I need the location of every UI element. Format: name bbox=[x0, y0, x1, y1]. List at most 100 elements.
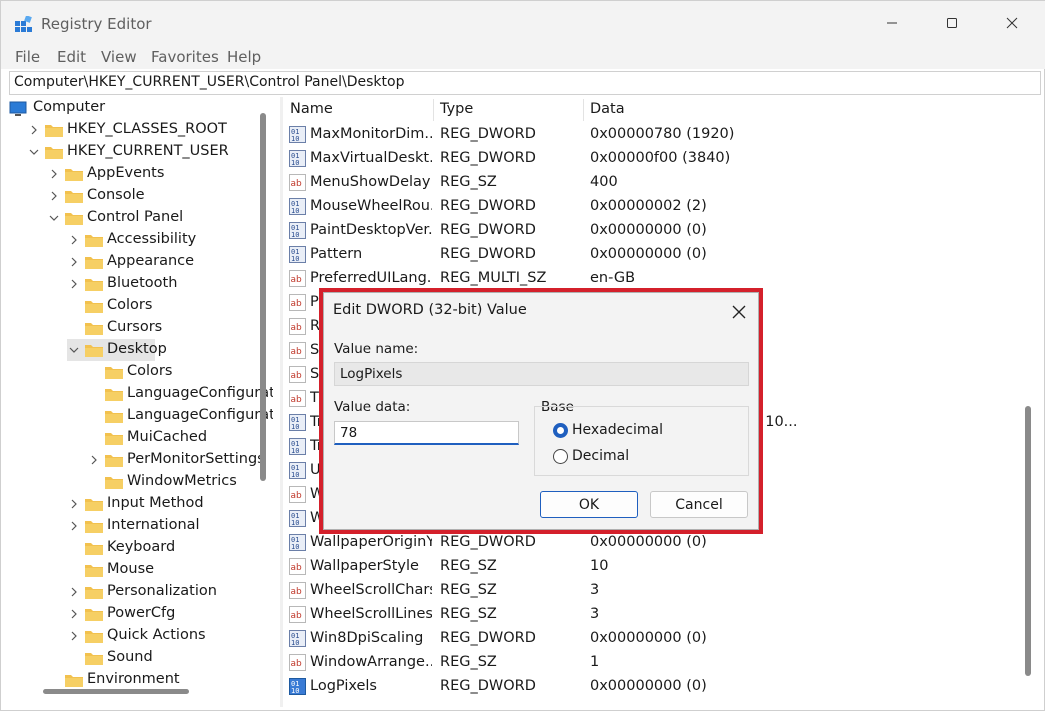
value-row[interactable]: 01 10 Pattern REG_DWORD 0x00000000 (0) bbox=[283, 243, 1033, 267]
close-window-button[interactable] bbox=[989, 1, 1035, 45]
value-row[interactable]: 01 10 MaxVirtualDeskt... REG_DWORD 0x00000f0… bbox=[283, 147, 1033, 171]
hexadecimal-label[interactable]: Hexadecimal bbox=[572, 422, 663, 438]
tree-item[interactable]: Sound bbox=[55, 647, 269, 669]
folder-icon bbox=[65, 211, 83, 225]
tree-vertical-scrollbar[interactable] bbox=[260, 113, 266, 481]
column-divider[interactable] bbox=[433, 99, 434, 121]
tree-item[interactable]: Environment bbox=[35, 669, 269, 691]
tree-item[interactable]: International bbox=[55, 515, 269, 537]
folder-icon bbox=[85, 607, 103, 621]
minimize-button[interactable] bbox=[869, 1, 915, 45]
dialog-close-button[interactable] bbox=[728, 301, 750, 323]
tree-item[interactable]: MuiCached bbox=[75, 427, 269, 449]
tree-item[interactable]: HKEY_CURRENT_USER bbox=[15, 141, 269, 163]
tree-item[interactable]: WindowMetrics bbox=[75, 471, 269, 493]
value-row[interactable]: ab WheelScrollLines REG_SZ 3 bbox=[283, 603, 1033, 627]
chevron-right-icon[interactable] bbox=[69, 257, 79, 267]
chevron-right-icon[interactable] bbox=[49, 191, 59, 201]
column-header-type[interactable]: Type bbox=[440, 101, 473, 117]
tree-item[interactable]: Accessibility bbox=[55, 229, 269, 251]
value-data-input[interactable]: 78 bbox=[334, 421, 519, 445]
tree-horizontal-scrollbar[interactable] bbox=[43, 689, 189, 694]
menu-help[interactable]: Help bbox=[227, 48, 261, 66]
column-header-data[interactable]: Data bbox=[590, 101, 625, 117]
value-row[interactable]: ab MenuShowDelay REG_SZ 400 bbox=[283, 171, 1033, 195]
tree-item[interactable]: Bluetooth bbox=[55, 273, 269, 295]
chevron-right-icon[interactable] bbox=[69, 235, 79, 245]
tree-item[interactable]: Personalization bbox=[55, 581, 269, 603]
tree-item[interactable]: Colors bbox=[75, 361, 269, 383]
folder-icon bbox=[85, 497, 103, 511]
chevron-down-icon[interactable] bbox=[29, 147, 39, 157]
svg-text:ab: ab bbox=[291, 179, 303, 189]
value-row[interactable]: 01 10 MaxMonitorDim... REG_DWORD 0x00000780 … bbox=[283, 123, 1033, 147]
chevron-down-icon[interactable] bbox=[49, 213, 59, 223]
chevron-right-icon[interactable] bbox=[69, 521, 79, 531]
column-header-name[interactable]: Name bbox=[290, 101, 333, 117]
tree-item[interactable]: Quick Actions bbox=[55, 625, 269, 647]
binary-value-icon: 01 10 bbox=[289, 462, 306, 479]
chevron-right-icon[interactable] bbox=[69, 587, 79, 597]
value-row[interactable]: 01 10 MouseWheelRou... REG_DWORD 0x00000002 … bbox=[283, 195, 1033, 219]
tree-item[interactable]: LanguageConfigurati bbox=[75, 405, 273, 427]
tree-item[interactable]: HKEY_CLASSES_ROOT bbox=[15, 119, 269, 141]
svg-text:ab: ab bbox=[291, 611, 303, 621]
value-row[interactable]: ab WindowArrange... REG_SZ 1 bbox=[283, 651, 1033, 675]
svg-text:10: 10 bbox=[291, 207, 299, 215]
window-title: Registry Editor bbox=[41, 15, 152, 33]
menu-file[interactable]: File bbox=[15, 48, 40, 66]
decimal-label[interactable]: Decimal bbox=[572, 448, 629, 464]
value-name-field: LogPixels bbox=[334, 362, 749, 386]
chevron-right-icon[interactable] bbox=[49, 169, 59, 179]
svg-text:ab: ab bbox=[291, 347, 303, 357]
chevron-right-icon[interactable] bbox=[69, 499, 79, 509]
string-value-icon: ab bbox=[289, 654, 306, 671]
svg-text:10: 10 bbox=[291, 471, 299, 479]
chevron-right-icon[interactable] bbox=[29, 125, 39, 135]
value-row[interactable]: 01 10 WallpaperOriginY REG_DWORD 0x00000000 … bbox=[283, 531, 1033, 555]
tree-item[interactable]: PowerCfg bbox=[55, 603, 269, 625]
decimal-radio[interactable] bbox=[553, 449, 568, 464]
string-value-icon: ab bbox=[289, 486, 306, 503]
tree-item[interactable]: PerMonitorSettings bbox=[75, 449, 269, 471]
menu-edit[interactable]: Edit bbox=[57, 48, 86, 66]
hexadecimal-radio[interactable] bbox=[553, 423, 568, 438]
tree-item[interactable]: Colors bbox=[55, 295, 269, 317]
tree-item[interactable]: Input Method bbox=[55, 493, 269, 515]
tree-item[interactable]: Computer bbox=[7, 97, 117, 119]
folder-icon bbox=[105, 475, 123, 489]
tree-item[interactable]: Mouse bbox=[55, 559, 269, 581]
value-row[interactable]: 01 10 PaintDesktopVer... REG_DWORD 0x0000000… bbox=[283, 219, 1033, 243]
tree-item[interactable]: Desktop bbox=[67, 339, 167, 361]
svg-text:ab: ab bbox=[291, 491, 303, 501]
chevron-right-icon[interactable] bbox=[69, 631, 79, 641]
tree-item[interactable]: Console bbox=[35, 185, 269, 207]
maximize-button[interactable] bbox=[929, 1, 975, 45]
tree-item-label: Keyboard bbox=[107, 539, 176, 555]
value-row[interactable]: 01 10 LogPixels REG_DWORD 0x00000000 (0) bbox=[283, 675, 1033, 699]
tree-item[interactable]: Keyboard bbox=[55, 537, 269, 559]
chevron-right-icon[interactable] bbox=[69, 609, 79, 619]
chevron-right-icon[interactable] bbox=[69, 279, 79, 289]
tree-item[interactable]: Control Panel bbox=[35, 207, 269, 229]
registry-editor-window: Registry Editor File Edit View Favorites… bbox=[0, 0, 1045, 711]
tree-item[interactable]: LanguageConfigurati bbox=[75, 383, 273, 405]
tree-item[interactable]: Appearance bbox=[55, 251, 269, 273]
menu-view[interactable]: View bbox=[101, 48, 137, 66]
chevron-right-icon[interactable] bbox=[89, 455, 99, 465]
column-divider[interactable] bbox=[583, 99, 584, 121]
value-data-cell: en-GB bbox=[590, 270, 636, 286]
chevron-down-icon[interactable] bbox=[69, 345, 79, 355]
value-row[interactable]: 01 10 Win8DpiScaling REG_DWORD 0x00000000 (0… bbox=[283, 627, 1033, 651]
address-bar[interactable]: Computer\HKEY_CURRENT_USER\Control Panel… bbox=[9, 71, 1041, 95]
ok-button[interactable]: OK bbox=[540, 491, 638, 518]
value-name-cell: WallpaperStyle bbox=[310, 558, 419, 574]
value-row[interactable]: ab WallpaperStyle REG_SZ 10 bbox=[283, 555, 1033, 579]
list-vertical-scrollbar[interactable] bbox=[1025, 406, 1031, 676]
cancel-button[interactable]: Cancel bbox=[650, 491, 748, 518]
tree-item[interactable]: AppEvents bbox=[35, 163, 269, 185]
tree-item[interactable]: Cursors bbox=[55, 317, 269, 339]
maximize-icon bbox=[947, 18, 957, 28]
menu-favorites[interactable]: Favorites bbox=[151, 48, 219, 66]
value-row[interactable]: ab WheelScrollChars REG_SZ 3 bbox=[283, 579, 1033, 603]
